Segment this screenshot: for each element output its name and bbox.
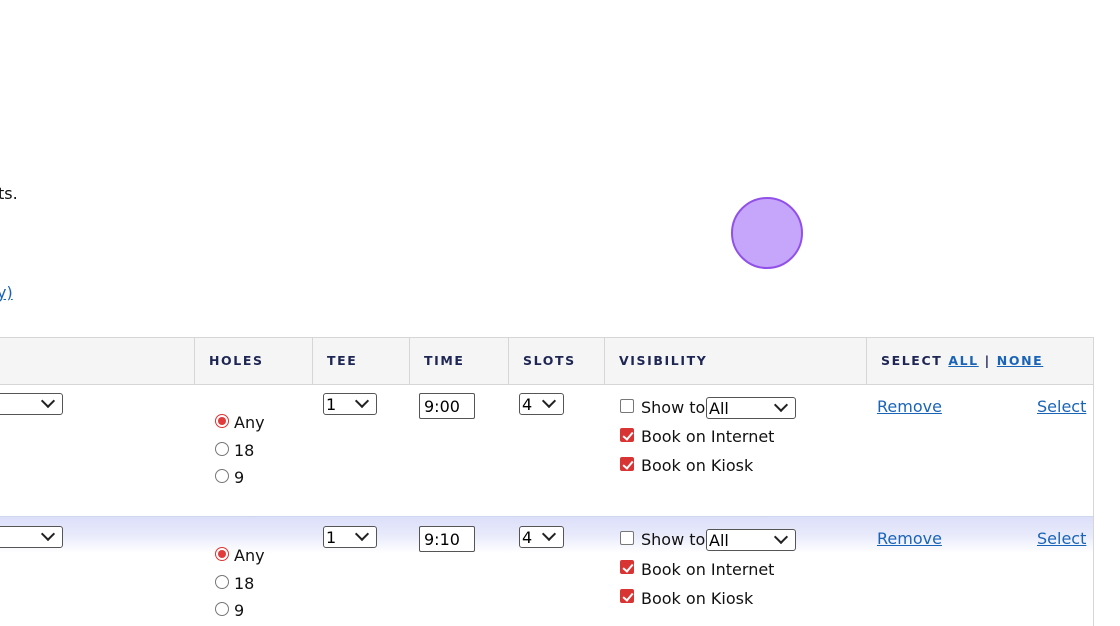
slots-select[interactable]: 4 — [519, 526, 564, 548]
book-kiosk-label: Book on Kiosk — [641, 589, 754, 608]
header-select-separator: | — [984, 353, 991, 368]
header-time: TIME — [409, 338, 508, 384]
holes-radio-any[interactable] — [215, 414, 229, 428]
header-select-label: SELECT — [881, 353, 943, 368]
description-text-fragment: ts. — [0, 184, 18, 203]
holes-label-any: Any — [234, 413, 265, 432]
holes-radio-18[interactable] — [215, 575, 229, 589]
book-internet-checkbox[interactable] — [620, 560, 634, 574]
show-to-label: Show to — [641, 398, 706, 417]
holes-label-any: Any — [234, 546, 265, 565]
holes-label-18: 18 — [234, 441, 255, 460]
holes-label-18: 18 — [234, 574, 255, 593]
book-kiosk-label: Book on Kiosk — [641, 456, 754, 475]
book-kiosk-checkbox[interactable] — [620, 457, 634, 471]
header-holes: HOLES — [194, 338, 312, 384]
header-visibility: VISIBILITY — [604, 338, 866, 384]
course-select[interactable] — [0, 393, 63, 415]
header-tee: TEE — [312, 338, 409, 384]
book-internet-label: Book on Internet — [641, 427, 775, 446]
show-to-label: Show to — [641, 530, 706, 549]
time-input[interactable] — [419, 393, 475, 419]
time-input[interactable] — [419, 526, 475, 552]
holes-radio-9[interactable] — [215, 602, 229, 616]
table-row: Any 18 9 1 4 Show to All Book on Interne… — [0, 517, 1094, 626]
select-link[interactable]: Select — [1037, 397, 1086, 416]
help-link-fragment[interactable]: y) — [0, 283, 13, 302]
show-to-checkbox[interactable] — [620, 531, 634, 545]
book-kiosk-checkbox[interactable] — [620, 589, 634, 603]
table-row: Any 18 9 1 4 Show to All Book on Interne… — [0, 385, 1094, 517]
holes-label-9: 9 — [234, 468, 245, 487]
holes-label-9: 9 — [234, 601, 245, 620]
header-slots: SLOTS — [508, 338, 604, 384]
show-to-select[interactable]: All — [706, 397, 796, 419]
select-all-link[interactable]: ALL — [948, 353, 978, 368]
tee-times-table: HOLES TEE TIME SLOTS VISIBILITY SELECT A… — [0, 337, 1094, 626]
holes-radio-9[interactable] — [215, 469, 229, 483]
select-none-link[interactable]: NONE — [997, 353, 1044, 368]
holes-radio-any[interactable] — [215, 547, 229, 561]
book-internet-label: Book on Internet — [641, 560, 775, 579]
click-indicator-icon — [731, 197, 803, 269]
tee-select[interactable]: 1 — [323, 526, 377, 548]
remove-link[interactable]: Remove — [877, 529, 942, 548]
remove-link[interactable]: Remove — [877, 397, 942, 416]
slots-select[interactable]: 4 — [519, 393, 564, 415]
course-select[interactable] — [0, 526, 63, 548]
select-link[interactable]: Select — [1037, 529, 1086, 548]
holes-radio-18[interactable] — [215, 442, 229, 456]
show-to-select[interactable]: All — [706, 529, 796, 551]
header-select: SELECT ALL | NONE — [866, 338, 1094, 384]
table-header-row: HOLES TEE TIME SLOTS VISIBILITY SELECT A… — [0, 337, 1094, 385]
book-internet-checkbox[interactable] — [620, 428, 634, 442]
tee-select[interactable]: 1 — [323, 393, 377, 415]
show-to-checkbox[interactable] — [620, 399, 634, 413]
